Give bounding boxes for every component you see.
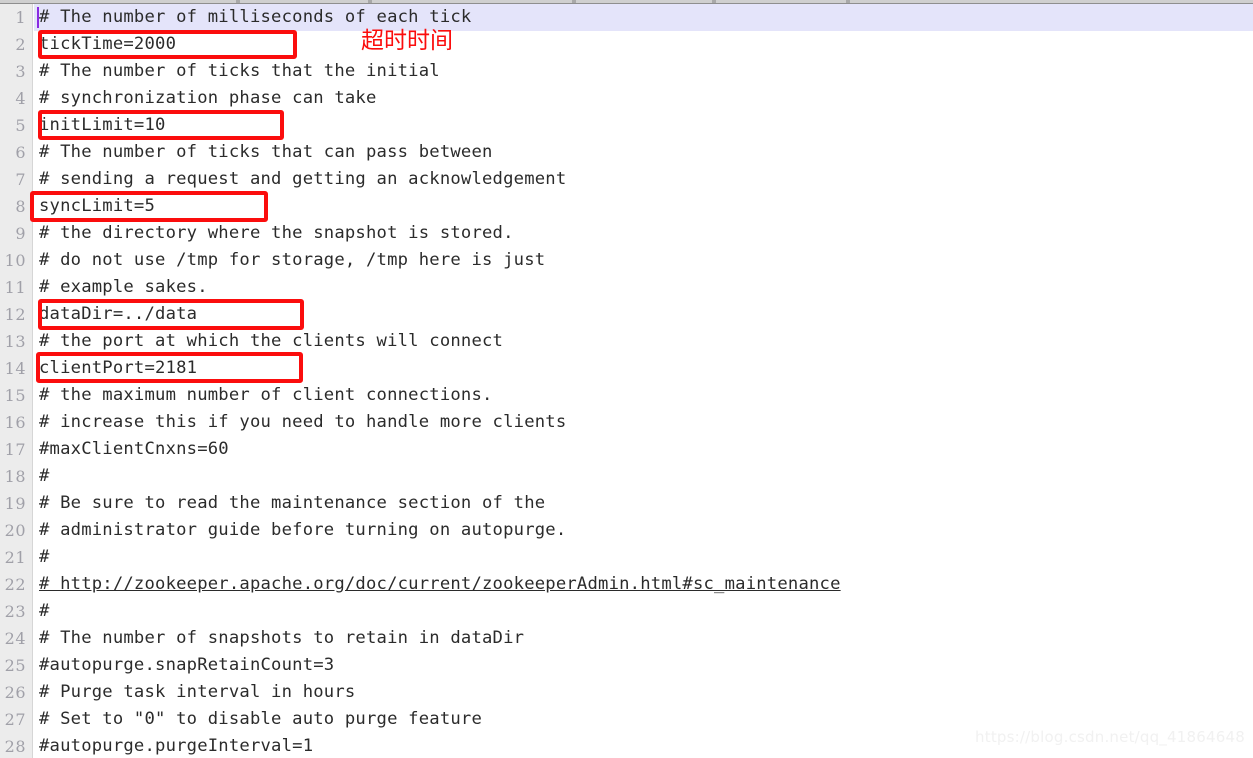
line-number: 17 [4, 440, 26, 459]
code-line-text: #maxClientCnxns=60 [39, 439, 229, 459]
code-line-text: # http://zookeeper.apache.org/doc/curren… [39, 574, 841, 594]
code-line-text: # synchronization phase can take [39, 88, 377, 108]
toolbar-segment-6 [850, 0, 1253, 3]
code-line-text: # example sakes. [39, 277, 208, 297]
code-line[interactable]: # Be sure to read the maintenance sectio… [34, 490, 1253, 517]
code-line-text: # do not use /tmp for storage, /tmp here… [39, 250, 546, 270]
code-line-text: # Set to "0" to disable auto purge featu… [39, 709, 483, 729]
line-number: 15 [4, 386, 26, 405]
code-line[interactable]: # The number of milliseconds of each tic… [34, 4, 1253, 31]
line-number: 7 [15, 170, 26, 189]
chinese-annotation-label: 超时时间 [361, 28, 453, 54]
code-line[interactable]: #maxClientCnxns=60 [34, 436, 1253, 463]
code-line-text: # The number of ticks that can pass betw… [39, 142, 493, 162]
line-number: 20 [4, 521, 26, 540]
line-number: 11 [4, 278, 26, 297]
code-line-text: # [39, 466, 50, 486]
text-caret [37, 7, 39, 28]
line-number: 3 [15, 62, 26, 81]
code-line[interactable]: # The number of ticks that the initial [34, 58, 1253, 85]
line-number: 6 [15, 143, 26, 162]
code-line-text: #autopurge.snapRetainCount=3 [39, 655, 335, 675]
line-number: 9 [15, 224, 26, 243]
line-number: 8 [15, 197, 26, 216]
code-line[interactable]: # the port at which the clients will con… [34, 328, 1253, 355]
line-number: 28 [4, 737, 26, 756]
line-number: 14 [4, 359, 26, 378]
code-line-text: tickTime=2000 [39, 34, 177, 54]
code-line[interactable]: dataDir=../data [34, 301, 1253, 328]
line-number: 22 [4, 575, 26, 594]
code-line-text: # The number of milliseconds of each tic… [39, 7, 472, 27]
code-line[interactable]: # the directory where the snapshot is st… [34, 220, 1253, 247]
code-line[interactable]: #autopurge.snapRetainCount=3 [34, 652, 1253, 679]
line-number: 23 [4, 602, 26, 621]
code-line-text: dataDir=../data [39, 304, 198, 324]
code-line[interactable]: clientPort=2181 [34, 355, 1253, 382]
code-line[interactable]: syncLimit=5 [34, 193, 1253, 220]
line-number: 2 [15, 35, 26, 54]
code-line[interactable]: # The number of ticks that can pass betw… [34, 139, 1253, 166]
code-line-text: # the port at which the clients will con… [39, 331, 504, 351]
toolbar-segment-2 [240, 0, 368, 3]
code-line-text: # The number of snapshots to retain in d… [39, 628, 525, 648]
code-line-text: initLimit=10 [39, 115, 166, 135]
line-number: 4 [15, 89, 26, 108]
line-number: 13 [4, 332, 26, 351]
code-line-text: # [39, 601, 50, 621]
code-line[interactable]: initLimit=10 [34, 112, 1253, 139]
line-number-gutter: 1 2 3 4 5 6 7 8 9 10 11 12 13 14 15 16 17 18 19 20 21 22 23 24 2… [0, 4, 33, 758]
toolbar-segment-4 [576, 0, 712, 3]
line-number: 1 [15, 8, 26, 27]
code-line-text: syncLimit=5 [39, 196, 156, 216]
code-line-text: clientPort=2181 [39, 358, 198, 378]
code-line[interactable]: # the maximum number of client connectio… [34, 382, 1253, 409]
code-line-text: # the directory where the snapshot is st… [39, 223, 514, 243]
line-number: 16 [4, 413, 26, 432]
code-line[interactable]: # increase this if you need to handle mo… [34, 409, 1253, 436]
editor-window: 1 2 3 4 5 6 7 8 9 10 11 12 13 14 15 16 17 18 19 20 21 22 23 24 2… [0, 0, 1253, 758]
watermark-text: https://blog.csdn.net/qq_41864648 [975, 728, 1245, 746]
code-line[interactable]: # do not use /tmp for storage, /tmp here… [34, 247, 1253, 274]
toolbar-segment-3 [372, 0, 572, 3]
code-line[interactable]: # [34, 544, 1253, 571]
code-editor[interactable]: 1 2 3 4 5 6 7 8 9 10 11 12 13 14 15 16 17 18 19 20 21 22 23 24 2… [0, 4, 1253, 758]
code-line[interactable]: # synchronization phase can take [34, 85, 1253, 112]
code-line[interactable]: # [34, 598, 1253, 625]
line-number: 19 [4, 494, 26, 513]
code-line-text: # Purge task interval in hours [39, 682, 356, 702]
line-number: 25 [4, 656, 26, 675]
code-line-text: # Be sure to read the maintenance sectio… [39, 493, 546, 513]
code-line-link[interactable]: # http://zookeeper.apache.org/doc/curren… [34, 571, 1253, 598]
code-line-text: # sending a request and getting an ackno… [39, 169, 567, 189]
code-line-text: # The number of ticks that the initial [39, 61, 440, 81]
line-number: 21 [4, 548, 26, 567]
line-number: 5 [15, 116, 26, 135]
code-line-text: # [39, 547, 50, 567]
line-number: 24 [4, 629, 26, 648]
code-line[interactable]: # The number of snapshots to retain in d… [34, 625, 1253, 652]
toolbar-segment-5 [716, 0, 846, 3]
code-line[interactable]: # [34, 463, 1253, 490]
code-line-text: #autopurge.purgeInterval=1 [39, 736, 314, 756]
code-line[interactable]: # example sakes. [34, 274, 1253, 301]
code-line[interactable]: # administrator guide before turning on … [34, 517, 1253, 544]
line-number: 10 [4, 251, 26, 270]
line-number: 12 [4, 305, 26, 324]
code-line-text: # administrator guide before turning on … [39, 520, 567, 540]
code-line-text: # the maximum number of client connectio… [39, 385, 493, 405]
code-line[interactable]: # sending a request and getting an ackno… [34, 166, 1253, 193]
code-line[interactable]: tickTime=2000 [34, 31, 1253, 58]
code-text-area[interactable]: # The number of milliseconds of each tic… [34, 4, 1253, 758]
toolbar-segment-1 [0, 0, 236, 3]
code-line-text: # increase this if you need to handle mo… [39, 412, 567, 432]
line-number: 27 [4, 710, 26, 729]
line-number: 26 [4, 683, 26, 702]
line-number: 18 [4, 467, 26, 486]
code-line[interactable]: # Purge task interval in hours [34, 679, 1253, 706]
